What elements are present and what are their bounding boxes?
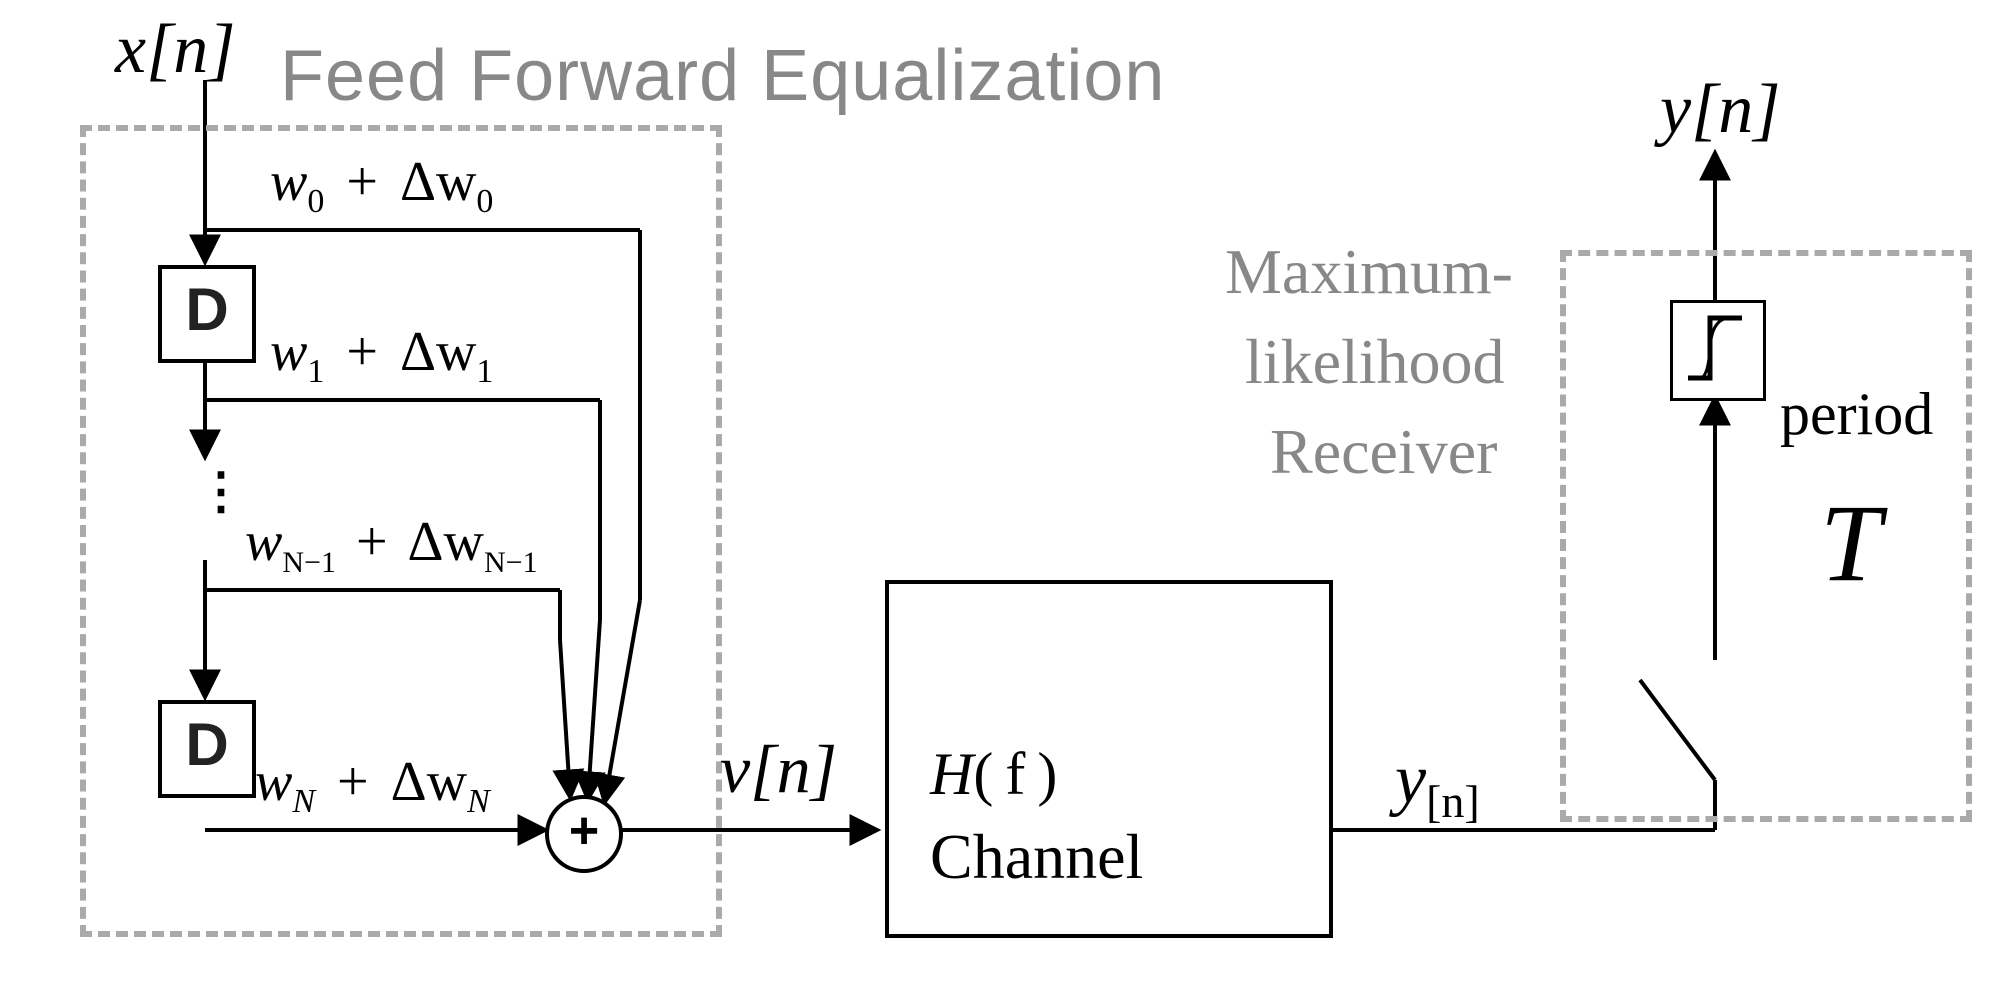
tap-w1: w1 + Δw1	[270, 320, 493, 391]
delay-block-n: D	[158, 700, 256, 798]
delay-block-1: D	[158, 265, 256, 363]
output-signal-label: y[n]	[1660, 70, 1781, 150]
channel-label: Channel	[930, 820, 1143, 894]
tap-w0: w0 + Δw0	[270, 150, 493, 221]
input-signal-label: x[n]	[115, 10, 236, 90]
receiver-title-1: Maximum-	[1225, 235, 1513, 309]
tap-ellipsis-icon: ⋮	[196, 480, 246, 502]
ffe-title: Feed Forward Equalization	[280, 35, 1165, 117]
tap-wN: wN + ΔwN	[255, 750, 490, 821]
receiver-title-3: Receiver	[1270, 415, 1497, 489]
yn-after-channel: y[n]	[1395, 740, 1480, 828]
period-label: period	[1780, 380, 1933, 449]
summer-icon: +	[545, 795, 623, 873]
vn-label: v[n]	[720, 730, 837, 809]
receiver-title-2: likelihood	[1245, 325, 1505, 399]
receiver-region	[1560, 250, 1972, 822]
channel-Hf: H( f )	[930, 740, 1057, 809]
tap-wNm1: wN−1 + ΔwN−1	[245, 510, 538, 580]
period-T: T	[1820, 480, 1881, 607]
